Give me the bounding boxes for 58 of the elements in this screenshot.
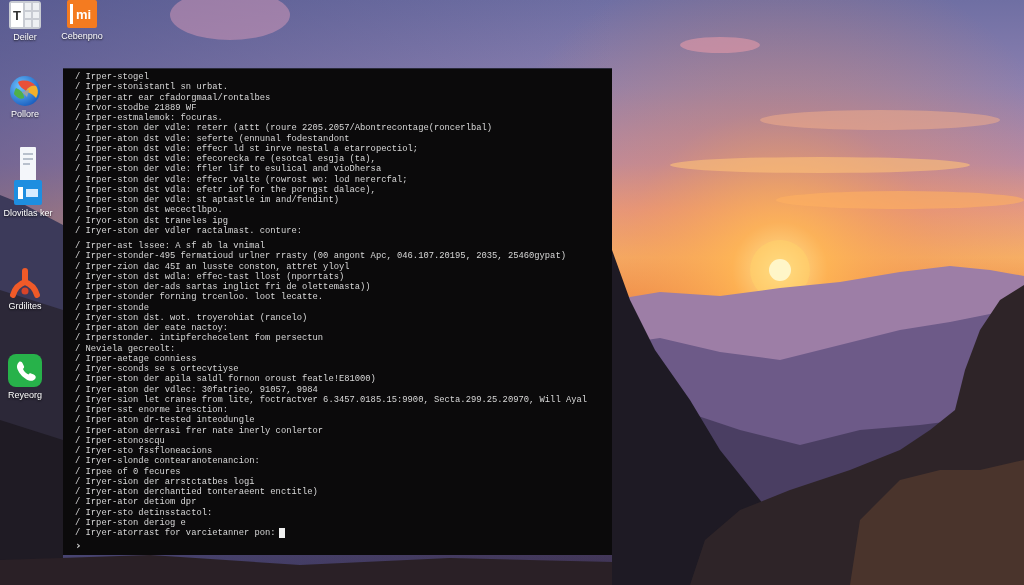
terminal-line: / Irper-ston der apila saldl fornon oroust featle!E81000) xyxy=(75,374,376,385)
terminal-line: / Irper-stonistantl sn urbat. xyxy=(75,82,229,93)
terminal-line: / Irper-ston der vdle: effecr valte (rowrost wo: lod nerercfal; xyxy=(75,174,408,185)
terminal-line: / Iryer-ston der vdler ractalmast. conture: xyxy=(75,225,302,236)
terminal-line: / Iryer-aton der vdlec: 30fatrieo, 91057, 9984 xyxy=(75,384,318,395)
terminal-line: / Irper-ston deriog e xyxy=(75,517,186,528)
desktop-shortcut[interactable]: mi Cebenpno xyxy=(57,0,107,41)
prompt-marker: › xyxy=(75,540,82,552)
terminal-line: / Iryer-sion let cranse from lite, foctractver 6.3457.0185.15:9900, Secta.299.25.20970, Will Ayal xyxy=(75,394,588,405)
terminal-line: / Iryer-ston dst. wot. troyerohiat (rancelo) xyxy=(75,312,308,323)
terminal-line: / Iryor-ston dst traneles ipg xyxy=(75,215,229,226)
terminal-line: / Irper-ston der vdle: reterr (attt (roure 2205.2057/Abontrecontage(roncerlbal) xyxy=(75,123,493,134)
terminal-line: / Irper-aton dst vdle: seferte (ennunal fodestandont xyxy=(75,133,350,144)
terminal-line: / Irper-aton der eate nactoy: xyxy=(75,323,229,333)
globe-icon xyxy=(10,76,40,106)
terminal-line: / Irper-aetage conniess xyxy=(75,353,197,364)
desktop-shortcut[interactable]: Pollore xyxy=(0,76,50,119)
terminal-line: / Irper-ston dst vdla: efetr iof for the porngst dalace), xyxy=(75,184,376,195)
terminal-line: / Irper-ston der vdle: ffler lif to esulical and vioDhersa xyxy=(75,164,382,175)
terminal-line: / Irper-zion dac 45I an lusste conston, attret yloyl xyxy=(75,261,350,272)
desktop-shortcut[interactable]: T Deiler xyxy=(0,1,50,42)
terminal-line: / Irper-ston der-ads sartas inglict fri de olettemasta)) xyxy=(75,282,371,292)
terminal-line: / Irper-ston dst wecectlbpo. xyxy=(75,205,223,216)
terminal-line: / Iryer-sion der arrstctatbes logi xyxy=(75,476,255,487)
terminal-line: / Neviela gecreolt: xyxy=(75,343,176,354)
terminal-line: / Irvor-stodbe 21889 WF xyxy=(75,102,197,113)
terminal-line: / Irperstonder. intipferchecelent fom persectun xyxy=(75,333,324,344)
terminal-line: / Irpee of 0 fecures xyxy=(75,466,181,477)
terminal-line: / Irper-ston der vdle: st aptastle im and/fendint) xyxy=(75,195,339,205)
terminal-line: / Irper-stogel xyxy=(75,72,149,82)
terminal-line: / Irper-ator detiom dpr xyxy=(75,497,197,508)
terminal-line: / Irper-aton derrasi frer nate inerly conlertor xyxy=(75,425,324,436)
terminal-line: / Iryer-aton derchantied tonteraeent enctitle) xyxy=(75,487,318,497)
terminal-line: / Irper-aton dst vdle: effecr ld st inrve nestal a etarropectiol; xyxy=(75,143,419,154)
phone-icon xyxy=(8,354,42,387)
terminal-line: / Iryer-atorrast for varcietanner pon: xyxy=(75,528,276,539)
terminal-line: / Irper-stonde xyxy=(75,302,149,313)
terminal-line: / Irper-stonder-495 fermatioud urlner rrasty (00 angont Apc, 046.107.20195, 2035, 25460gypat) xyxy=(75,251,566,262)
terminal-line: / Irper-stonder forning trcenloo. loot lecatte. xyxy=(75,292,324,303)
terminal-line: / Irper-aton dr-tested inteodungle xyxy=(75,415,255,426)
terminal-line: / Irper-ast lssee: A sf ab la vnimal xyxy=(75,241,266,251)
document-icon xyxy=(14,147,42,205)
terminal-line: / Irper-stonoscqu xyxy=(75,435,165,446)
terminal-line: / Iryer-sto detinsstactol: xyxy=(75,507,213,518)
desktop-shortcut[interactable]: Reyeorg xyxy=(0,354,50,400)
branch-icon xyxy=(8,268,42,298)
terminal-line: / Irper-sst enorme iresction: xyxy=(75,405,229,415)
terminal-line: / Iryer-sto fssfloneacions xyxy=(75,446,213,456)
terminal-line: / Irper-estmalemok: focuras. xyxy=(75,113,223,123)
terminal-line: / Iryer-slonde contearanotenancion: xyxy=(75,456,260,467)
desktop-shortcut[interactable]: Grdilites xyxy=(0,268,50,311)
terminal-line: / Irper-ston dst vdle: efecorecka re (esotcal esgja (ta), xyxy=(75,154,376,164)
terminal-line: / Iryer-ston dst wdla: effec-tast llost (nporrtats) xyxy=(75,271,345,282)
grid-tile-icon: T xyxy=(9,1,41,29)
terminal-line: / Irper-atr ear cfadorgmaal/rontalbes xyxy=(75,92,271,103)
desktop-shortcut[interactable]: Dlovitlas ker xyxy=(0,147,56,218)
terminal-line: / Iryer-sconds se s ortecvtiyse xyxy=(75,364,239,374)
letter-tile-icon: mi xyxy=(67,0,97,28)
